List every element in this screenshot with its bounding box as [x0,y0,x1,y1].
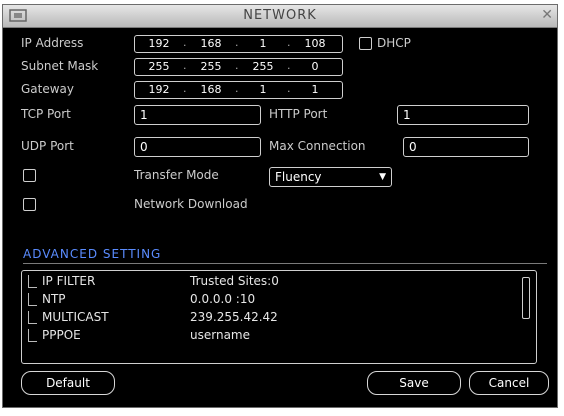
http-port-label: HTTP Port [269,107,328,121]
advanced-divider [23,263,547,264]
ip-dot: . [183,36,187,49]
row-indicator [28,275,37,288]
list-item[interactable]: NTP 0.0.0.0 :10 [22,292,536,308]
network-dialog: NETWORK ✕ IP Address 192 . 168 . 1 . 108… [2,4,558,408]
mask-dot: . [235,59,239,72]
tcp-port-label: TCP Port [21,107,71,121]
mask-dot: . [183,59,187,72]
subnet-mask-label: Subnet Mask [21,59,99,73]
tcp-port-input[interactable]: 1 [134,105,261,125]
gateway-label: Gateway [21,82,75,96]
default-button[interactable]: Default [21,371,115,395]
list-item-name: PPPOE [42,328,81,342]
ip-octet-4[interactable]: 108 [293,37,337,51]
max-connection-label: Max Connection [269,139,366,153]
http-port-input[interactable]: 1 [397,105,529,125]
list-item[interactable]: PPPOE username [22,328,536,344]
dhcp-checkbox[interactable] [359,37,372,50]
mask-octet-1[interactable]: 255 [137,60,181,74]
ip-dot: . [235,36,239,49]
gw-octet-3[interactable]: 1 [241,83,285,97]
gw-octet-4[interactable]: 1 [293,83,337,97]
dialog-title: NETWORK [243,8,317,23]
list-item-value: username [190,328,250,342]
gw-dot: . [235,82,239,95]
list-item-value: 239.255.42.42 [190,310,278,324]
title-bar: NETWORK ✕ [3,5,557,28]
transfer-mode-select[interactable]: Fluency ▼ [269,167,392,187]
ip-dot: . [287,36,291,49]
list-item-value: 0.0.0.0 :10 [190,292,256,306]
mask-octet-2[interactable]: 255 [189,60,233,74]
transfer-mode-checkbox[interactable] [23,169,36,182]
list-item-name: IP FILTER [42,274,96,288]
udp-port-input[interactable]: 0 [134,137,261,157]
list-item-name: MULTICAST [42,310,109,324]
list-item-name: NTP [42,292,66,306]
transfer-mode-value: Fluency [275,170,322,184]
network-download-checkbox[interactable] [23,198,36,211]
list-item[interactable]: IP FILTER Trusted Sites:0 [22,274,536,290]
subnet-mask-input[interactable]: 255 . 255 . 255 . 0 [134,58,343,76]
ip-address-input[interactable]: 192 . 168 . 1 . 108 [134,35,343,53]
cancel-button[interactable]: Cancel [469,371,549,395]
gw-dot: . [183,82,187,95]
advanced-settings-list[interactable]: IP FILTER Trusted Sites:0 NTP 0.0.0.0 :1… [21,270,537,364]
transfer-mode-label: Transfer Mode [134,168,219,182]
row-indicator [28,293,37,306]
udp-port-label: UDP Port [21,139,74,153]
advanced-setting-header: ADVANCED SETTING [23,247,162,261]
close-icon[interactable]: ✕ [541,7,553,23]
row-indicator [28,329,37,342]
gateway-input[interactable]: 192 . 168 . 1 . 1 [134,81,343,99]
mask-octet-3[interactable]: 255 [241,60,285,74]
max-connection-input[interactable]: 0 [403,137,529,157]
list-item[interactable]: MULTICAST 239.255.42.42 [22,310,536,326]
gw-octet-2[interactable]: 168 [189,83,233,97]
mask-dot: . [287,59,291,72]
list-item-value: Trusted Sites:0 [190,274,279,288]
save-button[interactable]: Save [367,371,461,395]
dhcp-label: DHCP [377,36,411,50]
ip-octet-3[interactable]: 1 [241,37,285,51]
network-download-label: Network Download [134,197,248,211]
mask-octet-4[interactable]: 0 [293,60,337,74]
gw-dot: . [287,82,291,95]
list-scrollbar[interactable] [522,277,530,319]
gw-octet-1[interactable]: 192 [137,83,181,97]
ip-octet-2[interactable]: 168 [189,37,233,51]
ip-address-label: IP Address [21,36,84,50]
row-indicator [28,311,37,324]
chevron-down-icon: ▼ [379,172,386,182]
ip-octet-1[interactable]: 192 [137,37,181,51]
